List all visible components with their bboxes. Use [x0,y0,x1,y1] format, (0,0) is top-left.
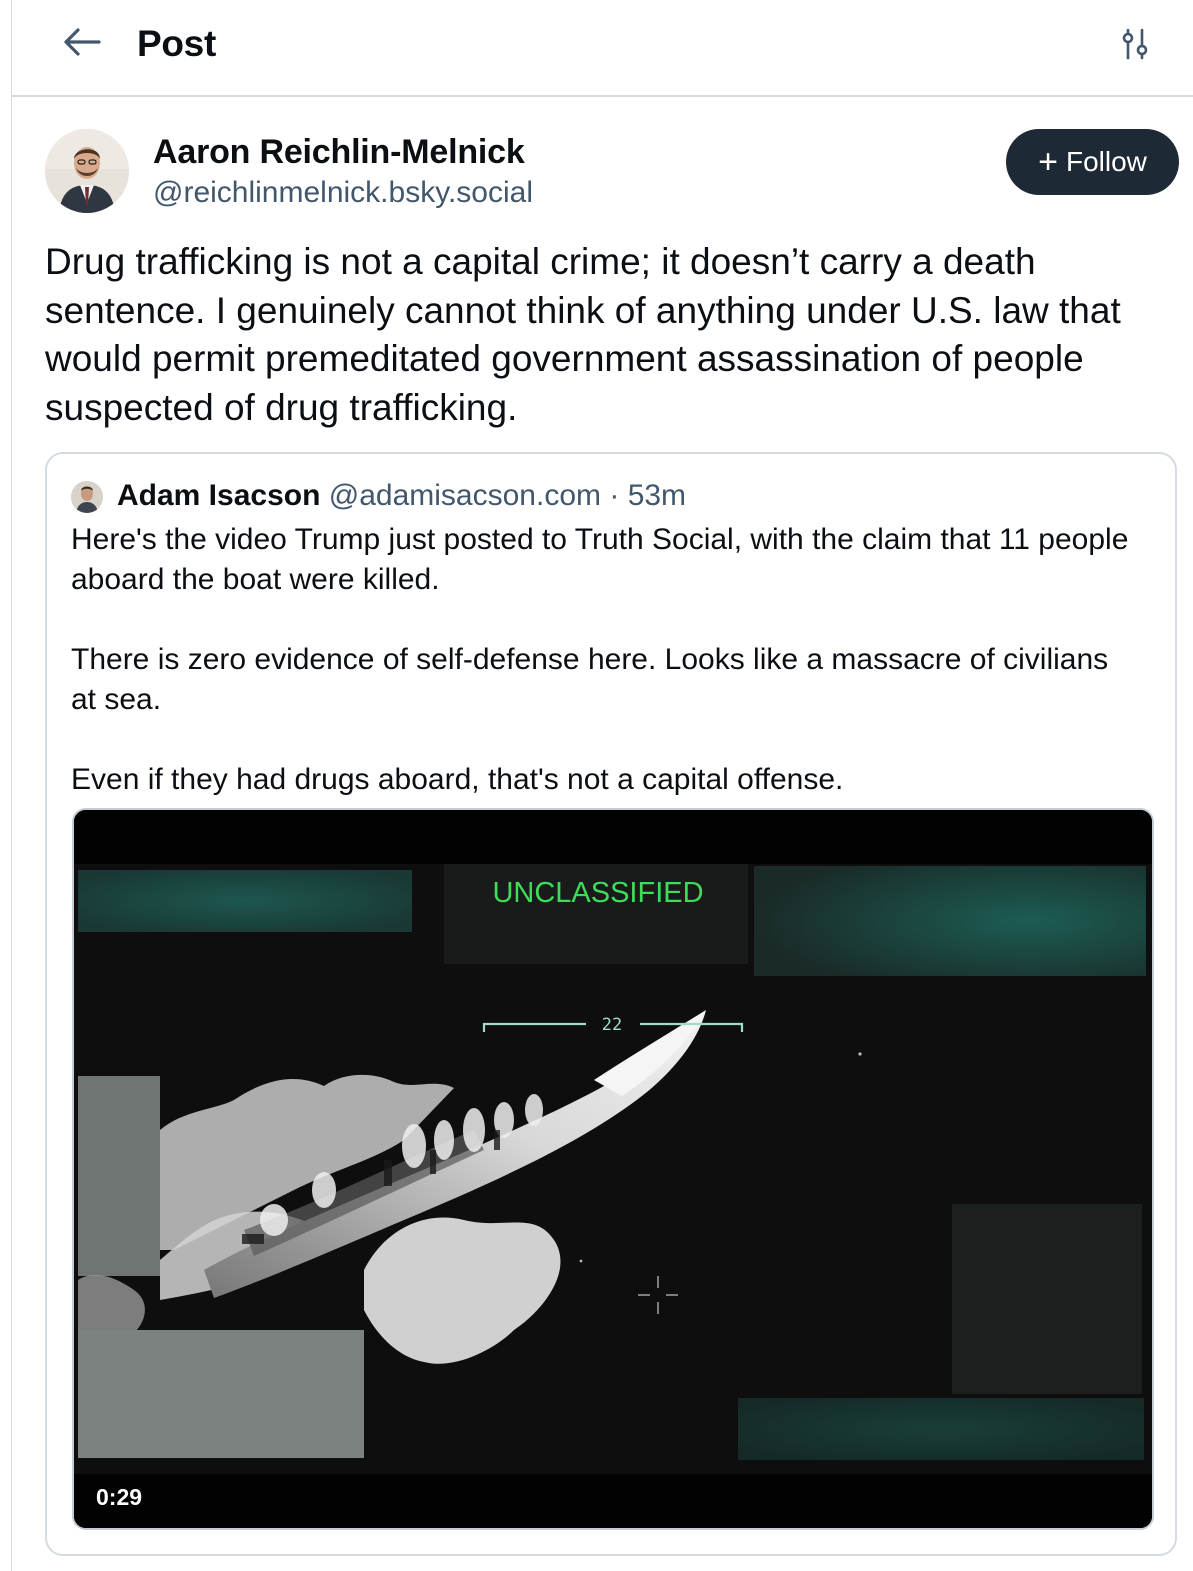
reticle-number: 22 [602,1015,622,1035]
video-player[interactable]: UNCLASSIFIED 22 0:29 [72,808,1154,1530]
follow-button[interactable]: + Follow [1006,129,1179,195]
video-frame: UNCLASSIFIED 22 [74,810,1152,1528]
unclassified-label: UNCLASSIFIED [492,877,703,909]
quoted-separator: · [609,479,620,512]
quoted-paragraph: Here's the video Trump just posted to Tr… [71,523,1129,596]
column-divider [11,0,12,1571]
quoted-post-text: Here's the video Trump just posted to Tr… [71,520,1131,800]
follow-label: Follow [1065,146,1147,177]
quoted-timestamp[interactable]: 53m [628,479,686,512]
thread-options-button[interactable] [1115,22,1155,66]
sliders-icon [1122,28,1148,60]
arrow-left-icon [64,28,101,56]
author-avatar[interactable] [45,129,129,213]
quoted-author-handle[interactable]: @adamisacson.com [329,479,601,512]
author-display-name[interactable]: Aaron Reichlin-Melnick [153,131,525,173]
post-header: Post [12,0,1193,97]
video-duration: 0:29 [96,1484,143,1510]
author-handle[interactable]: @reichlinmelnick.bsky.social [153,174,533,212]
plus-icon: + [1038,143,1058,181]
quoted-author-avatar [71,481,103,513]
page-title: Post [137,23,216,64]
quoted-post-header: Adam Isacson @adamisacson.com · 53m [117,477,686,515]
post-thread-page: Post Aaron Reichlin-Melnick @reichlinmel… [0,0,1193,1571]
quoted-paragraph: Even if they had drugs aboard, that's no… [71,763,844,796]
back-button[interactable] [60,20,104,64]
post-body-text: Drug trafficking is not a capital crime;… [45,241,1121,428]
quoted-post[interactable]: Adam Isacson @adamisacson.com · 53m Here… [45,452,1177,1556]
quoted-paragraph: There is zero evidence of self-defense h… [71,643,1109,716]
quoted-author-name[interactable]: Adam Isacson [117,479,320,512]
